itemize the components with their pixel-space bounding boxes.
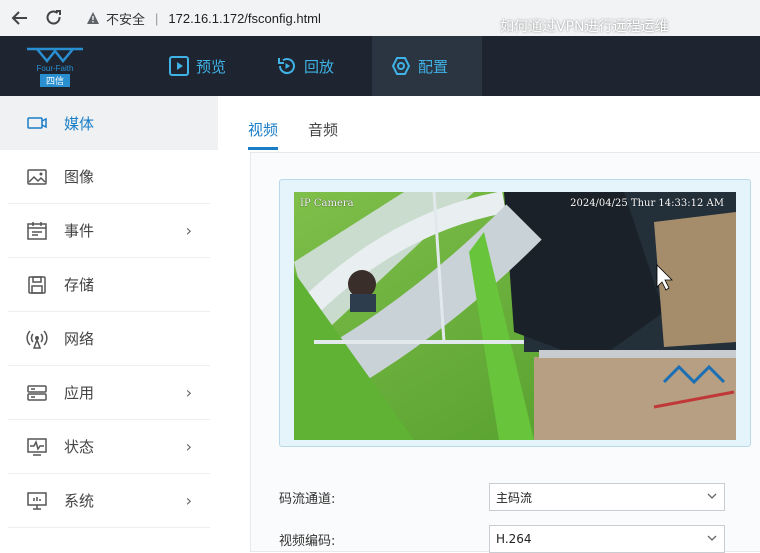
- play-icon: [169, 56, 189, 76]
- sidebar-item-label: 系统: [64, 492, 95, 510]
- settings-panel: IP Camera 2024/04/25 Thur 14:33:12 AM 码流…: [250, 152, 760, 553]
- chevron-down-icon: [707, 535, 717, 541]
- tab-preview[interactable]: 预览: [150, 36, 254, 96]
- back-arrow-icon[interactable]: [6, 4, 34, 32]
- warning-icon: [87, 12, 99, 24]
- chevron-down-icon: [707, 493, 717, 499]
- tab-config-label: 配置: [418, 57, 449, 76]
- image-icon: [27, 168, 47, 185]
- sidebar-item-network[interactable]: 网络: [8, 312, 210, 366]
- sub-tabs: 视频 音频: [218, 96, 760, 150]
- reload-icon[interactable]: [40, 4, 68, 32]
- video-preview-frame: IP Camera 2024/04/25 Thur 14:33:12 AM: [279, 179, 751, 447]
- video-preview: IP Camera 2024/04/25 Thur 14:33:12 AM: [294, 192, 736, 440]
- stream-channel-label: 码流通道:: [279, 491, 336, 507]
- logo-text: Four-Faith: [36, 64, 74, 73]
- logo-cn: 四信: [39, 74, 70, 87]
- sidebar-item-label: 网络: [64, 330, 95, 348]
- tab-playback-label: 回放: [304, 57, 335, 76]
- osd-timestamp: 2024/04/25 Thur 14:33:12 AM: [570, 198, 724, 209]
- url-text[interactable]: 172.16.1.172/fsconfig.html: [168, 11, 321, 26]
- system-icon: [27, 491, 47, 510]
- chevron-right-icon: ›: [185, 491, 192, 510]
- chevron-right-icon: ›: [185, 437, 192, 456]
- sidebar-item-system[interactable]: 系统 ›: [8, 474, 210, 528]
- tab-audio[interactable]: 音频: [308, 119, 338, 150]
- tab-playback[interactable]: 回放: [258, 36, 362, 96]
- sidebar-item-label: 应用: [64, 384, 95, 402]
- sidebar-item-label: 图像: [64, 168, 95, 186]
- gear-icon: [391, 57, 411, 75]
- security-label: 不安全: [106, 11, 146, 27]
- video-codec-value: H.264: [496, 532, 532, 546]
- top-nav: Four-Faith 四信 预览 回放 配置: [0, 36, 760, 96]
- tab-video[interactable]: 视频: [248, 119, 279, 150]
- logo-mark-icon: [27, 47, 83, 63]
- camera-feed-image: [294, 192, 736, 440]
- main-content: 视频 音频 IP Camera 2024/04/25 Thur 14:33:12…: [218, 96, 760, 553]
- video-codec-label: 视频编码:: [279, 533, 336, 549]
- address-bar[interactable]: 不安全 | 172.16.1.172/fsconfig.html: [86, 9, 321, 28]
- network-icon: [26, 329, 48, 349]
- replay-icon: [278, 58, 295, 75]
- sidebar-item-storage[interactable]: 存储: [8, 258, 210, 312]
- sidebar-item-label: 事件: [64, 222, 95, 240]
- camera-icon: [27, 117, 47, 129]
- status-icon: [27, 437, 47, 456]
- tab-config[interactable]: 配置: [372, 36, 482, 96]
- osd-camera-name: IP Camera: [300, 198, 354, 209]
- sidebar-item-status[interactable]: 状态 ›: [8, 420, 210, 474]
- calendar-icon: [27, 221, 47, 240]
- video-codec-select[interactable]: H.264: [489, 525, 725, 553]
- sidebar-item-label: 媒体: [64, 114, 95, 133]
- stream-channel-select[interactable]: 主码流: [489, 483, 725, 511]
- address-separator: |: [155, 10, 159, 26]
- save-icon: [28, 275, 46, 294]
- stream-channel-row: 码流通道: 主码流: [279, 483, 725, 511]
- logo: Four-Faith 四信: [0, 36, 110, 96]
- video-overlay-title: 如何通过VPN进行远程运维: [500, 19, 669, 35]
- chevron-right-icon: ›: [185, 221, 192, 240]
- sidebar-item-apps[interactable]: 应用 ›: [8, 366, 210, 420]
- sidebar-item-media[interactable]: 媒体: [0, 96, 218, 150]
- stream-channel-value: 主码流: [496, 490, 533, 505]
- apps-icon: [27, 384, 47, 401]
- sidebar: 媒体 图像 事件 › 存储 网络 应用 › 状态 › 系统 ›: [0, 96, 218, 552]
- sidebar-item-event[interactable]: 事件 ›: [8, 204, 210, 258]
- sidebar-item-image[interactable]: 图像: [8, 150, 210, 204]
- tab-preview-label: 预览: [196, 57, 227, 76]
- chevron-right-icon: ›: [185, 383, 192, 402]
- sidebar-item-label: 状态: [64, 438, 95, 456]
- video-codec-row: 视频编码: H.264: [279, 525, 725, 553]
- sidebar-item-label: 存储: [64, 276, 95, 294]
